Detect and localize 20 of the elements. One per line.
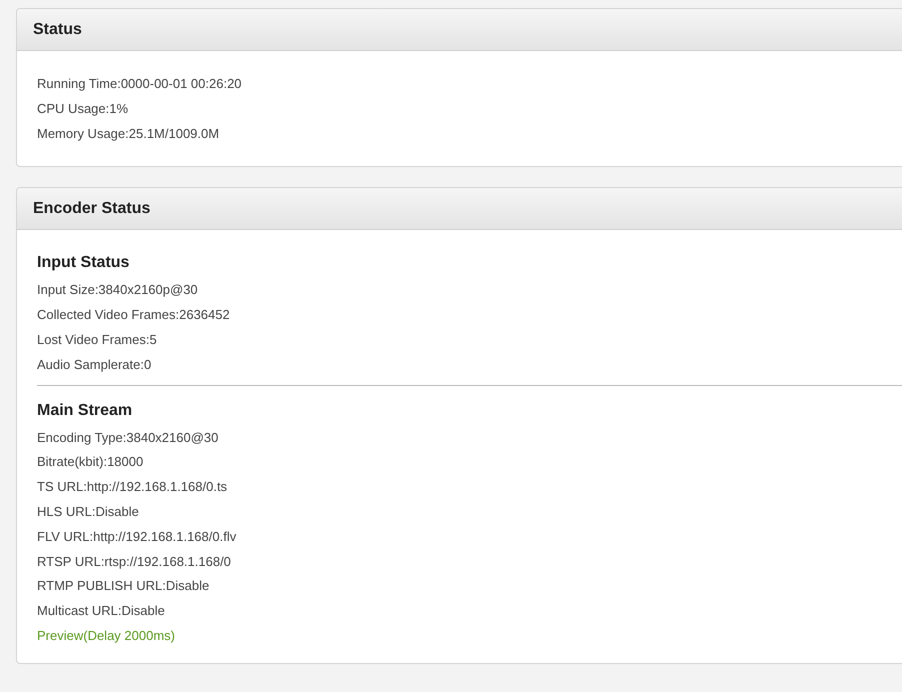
status-text: Multicast URL:Disable <box>37 603 165 618</box>
status-text: RTMP PUBLISH URL:Disable <box>37 578 210 594</box>
status-text: Audio Samplerate:0 <box>37 356 152 372</box>
status-text: Running Time:0000-00-01 00:26:20 <box>37 76 242 91</box>
panel-title: Encoder Status <box>33 200 150 218</box>
status-text: Input Size:3840x2160p@30 <box>37 282 198 298</box>
status-text: HLS URL:Disable <box>37 504 139 519</box>
status-text: FLV URL:http://192.168.1.168/0.flv <box>37 528 236 544</box>
section-heading: Main Stream <box>37 400 134 421</box>
section-heading: Input Status <box>37 253 130 274</box>
panel-title: Status <box>33 20 82 38</box>
status-text: TS URL:http://192.168.1.168/0.ts <box>37 479 228 494</box>
status-text: RTSP URL:rtsp://192.168.1.168/0 <box>37 554 231 569</box>
status-text: Collected Video Frames:2636452 <box>37 307 230 322</box>
status-text: Lost Video Frames:5 <box>37 332 157 347</box>
status-text: CPU Usage:1% <box>37 100 128 116</box>
status-text: Bitrate(kbit):18000 <box>37 454 144 470</box>
status-text: Encoding Type:3840x2160@30 <box>37 430 218 445</box>
status-text: Memory Usage:25.1M/1009.0M <box>37 126 220 141</box>
preview-link[interactable]: Preview(Delay 2000ms) <box>37 628 175 643</box>
